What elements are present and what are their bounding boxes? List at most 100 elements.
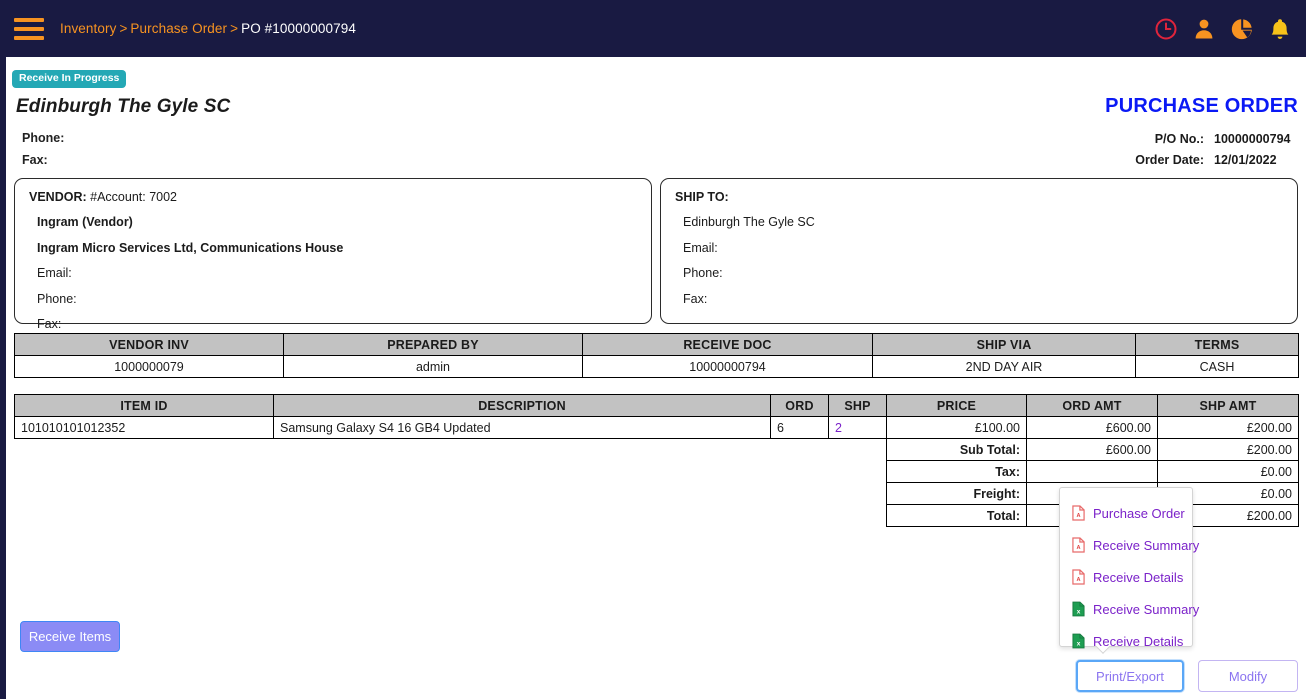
receive-items-button[interactable]: Receive Items bbox=[20, 621, 120, 652]
spacer-cell bbox=[14, 460, 887, 483]
spacer-cell bbox=[14, 482, 887, 505]
cell-ord: 6 bbox=[770, 416, 829, 439]
shipped-qty-link[interactable]: 2 bbox=[835, 421, 842, 435]
table-row: 1000000079 admin 10000000794 2ND DAY AIR… bbox=[14, 355, 1299, 378]
table-row: 101010101012352 Samsung Galaxy S4 16 GB4… bbox=[14, 416, 1299, 439]
breadcrumb-link-inventory[interactable]: Inventory bbox=[60, 21, 116, 36]
column-header-receive-doc: RECEIVE DOC bbox=[582, 333, 873, 356]
spacer-cell bbox=[14, 438, 887, 461]
hamburger-bar bbox=[14, 35, 44, 40]
bell-icon[interactable] bbox=[1268, 17, 1292, 41]
label-total: Total: bbox=[886, 504, 1027, 527]
document-type-title: PURCHASE ORDER bbox=[1105, 95, 1298, 117]
column-header-item-id: ITEM ID bbox=[14, 394, 274, 417]
vendor-label: VENDOR: bbox=[29, 190, 87, 204]
hamburger-bar bbox=[14, 17, 44, 22]
purchase-order-page: Receive In Progress Edinburgh The Gyle S… bbox=[0, 57, 1306, 699]
vendor-email-label: Email: bbox=[37, 266, 72, 281]
top-bar-icon-group bbox=[1154, 0, 1292, 57]
totals-row-sub-total: Sub Total: £600.00 £200.00 bbox=[14, 438, 1299, 461]
column-header-prepared-by: PREPARED BY bbox=[283, 333, 583, 356]
hamburger-menu-icon[interactable] bbox=[14, 17, 44, 40]
vendor-name: Ingram (Vendor) bbox=[37, 215, 133, 230]
vendor-info-box: VENDOR: #Account: 7002 Ingram (Vendor) I… bbox=[14, 178, 652, 331]
ship-to-fax-label: Fax: bbox=[683, 291, 708, 306]
excel-file-icon: x bbox=[1072, 601, 1085, 617]
menu-item-purchase-order-pdf[interactable]: A Purchase Order bbox=[1060, 497, 1192, 529]
cell-shp-amt: £200.00 bbox=[1157, 416, 1299, 439]
ship-to-name: Edinburgh The Gyle SC bbox=[683, 215, 815, 230]
value-sub-total-ord-amt: £600.00 bbox=[1026, 438, 1158, 461]
label-tax: Tax: bbox=[886, 460, 1027, 483]
cell-item-id: 101010101012352 bbox=[14, 416, 274, 439]
value-sub-total-shp-amt: £200.00 bbox=[1157, 438, 1299, 461]
vendor-account-value: #Account: 7002 bbox=[90, 190, 178, 204]
vendor-phone-label: Phone: bbox=[37, 291, 77, 306]
hamburger-bar bbox=[14, 26, 44, 31]
user-icon[interactable] bbox=[1192, 17, 1216, 41]
cell-price: £100.00 bbox=[886, 416, 1027, 439]
order-date-label: Order Date: bbox=[1135, 153, 1204, 167]
column-header-shp: SHP bbox=[828, 394, 887, 417]
column-header-shp-amt: SHP AMT bbox=[1157, 394, 1299, 417]
breadcrumb: Inventory > Purchase Order > PO #10000000794 bbox=[60, 21, 356, 36]
spacer-cell bbox=[14, 504, 887, 527]
pie-chart-icon[interactable] bbox=[1230, 17, 1254, 41]
svg-text:x: x bbox=[1077, 641, 1081, 648]
table-header-row: ITEM ID DESCRIPTION ORD SHP PRICE ORD AM… bbox=[14, 394, 1299, 417]
vendor-address: Ingram Micro Services Ltd, Communication… bbox=[37, 240, 344, 255]
svg-text:A: A bbox=[1076, 513, 1080, 519]
cell-ship-via: 2ND DAY AIR bbox=[872, 355, 1136, 378]
cell-terms: CASH bbox=[1135, 355, 1299, 378]
order-meta-table: VENDOR INV PREPARED BY RECEIVE DOC SHIP … bbox=[14, 333, 1299, 378]
menu-item-label: Receive Details bbox=[1093, 569, 1184, 585]
po-number-row: P/O No.: 10000000794 bbox=[1155, 132, 1298, 146]
cell-description: Samsung Galaxy S4 16 GB4 Updated bbox=[273, 416, 771, 439]
pdf-file-icon: A bbox=[1072, 537, 1085, 553]
excel-file-icon: x bbox=[1072, 633, 1085, 649]
ship-to-phone-label: Phone: bbox=[683, 266, 723, 281]
menu-item-receive-details-excel[interactable]: x Receive Details bbox=[1060, 625, 1192, 657]
menu-item-receive-details-pdf[interactable]: A Receive Details bbox=[1060, 561, 1192, 593]
menu-item-receive-summary-pdf[interactable]: A Receive Summary bbox=[1060, 529, 1199, 561]
table-header-row: VENDOR INV PREPARED BY RECEIVE DOC SHIP … bbox=[14, 333, 1299, 356]
breadcrumb-link-purchase-order[interactable]: Purchase Order bbox=[130, 21, 227, 36]
menu-item-label: Purchase Order bbox=[1093, 505, 1185, 521]
column-header-ord: ORD bbox=[770, 394, 829, 417]
value-tax-ord-amt bbox=[1026, 460, 1158, 483]
po-number-value: 10000000794 bbox=[1214, 132, 1291, 146]
cell-shp: 2 bbox=[828, 416, 887, 439]
cell-vendor-inv: 1000000079 bbox=[14, 355, 284, 378]
pdf-file-icon: A bbox=[1072, 505, 1085, 521]
column-header-vendor-inv: VENDOR INV bbox=[14, 333, 284, 356]
cell-receive-doc: 10000000794 bbox=[582, 355, 873, 378]
ship-to-label: SHIP TO: bbox=[675, 190, 729, 204]
print-export-button[interactable]: Print/Export bbox=[1076, 660, 1184, 692]
po-number-label: P/O No.: bbox=[1154, 132, 1204, 146]
label-freight: Freight: bbox=[886, 482, 1027, 505]
svg-text:x: x bbox=[1077, 609, 1081, 616]
dropdown-caret bbox=[1094, 646, 1112, 655]
page-title: Edinburgh The Gyle SC bbox=[16, 96, 231, 117]
svg-text:A: A bbox=[1076, 545, 1080, 551]
column-header-price: PRICE bbox=[886, 394, 1027, 417]
menu-item-label: Receive Summary bbox=[1093, 537, 1200, 553]
header-phone-label: Phone: bbox=[22, 131, 65, 145]
menu-item-label: Receive Summary bbox=[1093, 601, 1200, 617]
value-tax-shp-amt: £0.00 bbox=[1157, 460, 1299, 483]
header-fax-label: Fax: bbox=[22, 153, 48, 167]
clock-icon[interactable] bbox=[1154, 17, 1178, 41]
modify-button[interactable]: Modify bbox=[1198, 660, 1298, 692]
ship-to-info-box: SHIP TO: Edinburgh The Gyle SC Email: Ph… bbox=[660, 178, 1298, 324]
totals-row-tax: Tax: £0.00 bbox=[14, 460, 1299, 483]
vendor-account-row: VENDOR: #Account: 7002 bbox=[29, 190, 637, 204]
top-navigation-bar: Inventory > Purchase Order > PO #10000000794 bbox=[0, 0, 1306, 57]
order-date-row: Order Date: 12/01/2022 bbox=[1135, 153, 1298, 167]
label-sub-total: Sub Total: bbox=[886, 438, 1027, 461]
menu-item-receive-summary-excel[interactable]: x Receive Summary bbox=[1060, 593, 1199, 625]
column-header-ord-amt: ORD AMT bbox=[1026, 394, 1158, 417]
svg-text:A: A bbox=[1076, 577, 1080, 583]
breadcrumb-separator: > bbox=[230, 21, 239, 36]
breadcrumb-separator: > bbox=[119, 21, 128, 36]
order-date-value: 12/01/2022 bbox=[1214, 153, 1277, 167]
